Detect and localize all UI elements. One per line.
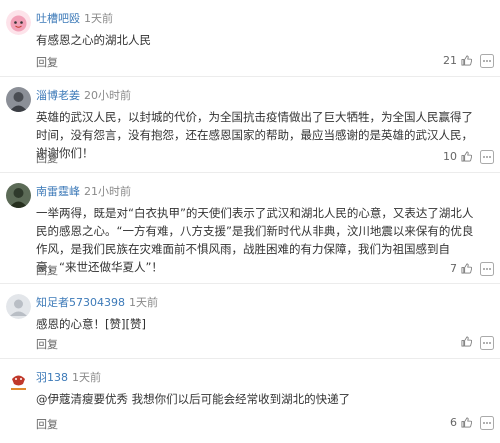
username-link[interactable]: 吐槽吧殴 bbox=[36, 12, 80, 25]
comment-header: 羽138 1天前 bbox=[36, 371, 101, 385]
comment-time: 20小时前 bbox=[84, 89, 131, 102]
like-count: 10 bbox=[443, 150, 457, 163]
comment-text: 英雄的武汉人民，以封城的代价，为全国抗击疫情做出了巨大牺牲，为全国人民赢得了时间… bbox=[36, 110, 473, 160]
like-button[interactable]: 6 bbox=[450, 416, 472, 429]
comment-item: 知足者57304398 1天前 感恩的心意！[赞][赞] 回复 bbox=[0, 284, 500, 359]
username-link[interactable]: 南雷霆峰 bbox=[36, 185, 80, 198]
avatar[interactable] bbox=[6, 183, 31, 208]
reply-button[interactable]: 回复 bbox=[36, 150, 58, 166]
avatar[interactable] bbox=[6, 87, 31, 112]
more-options-icon[interactable] bbox=[480, 416, 494, 430]
like-button[interactable]: 21 bbox=[443, 54, 472, 67]
like-count: 6 bbox=[450, 416, 457, 429]
comment-item: 羽138 1天前 @伊蔻清瘦要优秀 我想你们以后可能会经常收到湖北的快递了 回复 … bbox=[0, 359, 500, 443]
more-options-icon[interactable] bbox=[480, 54, 494, 68]
more-options-icon[interactable] bbox=[480, 262, 494, 276]
thumbs-up-icon bbox=[461, 151, 472, 162]
comment-header: 吐槽吧殴 1天前 bbox=[36, 12, 113, 26]
comment-time: 21小时前 bbox=[84, 185, 131, 198]
more-options-icon[interactable] bbox=[480, 336, 494, 350]
default-user-icon bbox=[6, 294, 31, 319]
comment-time: 1天前 bbox=[129, 296, 158, 309]
like-button[interactable]: 10 bbox=[443, 150, 472, 163]
avatar[interactable] bbox=[6, 10, 31, 35]
thumbs-up-icon bbox=[461, 263, 472, 274]
comment-item: 吐槽吧殴 1天前 有感恩之心的湖北人民 回复 21 bbox=[0, 0, 500, 77]
comment-text: @伊蔻清瘦要优秀 我想你们以后可能会经常收到湖北的快递了 bbox=[36, 392, 351, 406]
reply-button[interactable]: 回复 bbox=[36, 416, 58, 432]
avatar[interactable] bbox=[6, 294, 31, 319]
comment-header: 知足者57304398 1天前 bbox=[36, 296, 158, 310]
comment-list: 吐槽吧殴 1天前 有感恩之心的湖北人民 回复 21 淄博老姜 20小时前 英雄的武汉… bbox=[0, 0, 500, 443]
like-button[interactable] bbox=[457, 336, 472, 347]
reply-button[interactable]: 回复 bbox=[36, 54, 58, 70]
photo-avatar-icon bbox=[6, 87, 31, 112]
more-options-icon[interactable] bbox=[480, 150, 494, 164]
thumbs-up-icon bbox=[461, 336, 472, 347]
thumbs-up-icon bbox=[461, 417, 472, 428]
reply-button[interactable]: 回复 bbox=[36, 336, 58, 352]
comment-header: 淄博老姜 20小时前 bbox=[36, 89, 131, 103]
like-count: 21 bbox=[443, 54, 457, 67]
comment-item: 南雷霆峰 21小时前 一举两得，既是对“白衣执甲”的天使们表示了武汉和湖北人民的心… bbox=[0, 173, 500, 284]
comment-header: 南雷霆峰 21小时前 bbox=[36, 185, 131, 199]
reply-button[interactable]: 回复 bbox=[36, 262, 58, 278]
like-count: 7 bbox=[450, 262, 457, 275]
username-link[interactable]: 羽138 bbox=[36, 371, 68, 384]
comment-time: 1天前 bbox=[72, 371, 101, 384]
thumbs-up-icon bbox=[461, 55, 472, 66]
comment-item: 淄博老姜 20小时前 英雄的武汉人民，以封城的代价，为全国抗击疫情做出了巨大牺牲，… bbox=[0, 77, 500, 173]
username-link[interactable]: 淄博老姜 bbox=[36, 89, 80, 102]
logo-avatar-icon bbox=[6, 369, 31, 394]
cartoon-avatar-icon bbox=[6, 10, 31, 35]
comment-text: 一举两得，既是对“白衣执甲”的天使们表示了武汉和湖北人民的心意，又表达了湖北人民… bbox=[36, 206, 474, 274]
like-button[interactable]: 7 bbox=[450, 262, 472, 275]
username-link[interactable]: 知足者57304398 bbox=[36, 296, 125, 309]
photo-avatar-icon bbox=[6, 183, 31, 208]
comment-text: 感恩的心意！[赞][赞] bbox=[36, 317, 146, 331]
avatar[interactable] bbox=[6, 369, 31, 394]
comment-time: 1天前 bbox=[84, 12, 113, 25]
comment-text: 有感恩之心的湖北人民 bbox=[36, 33, 151, 47]
